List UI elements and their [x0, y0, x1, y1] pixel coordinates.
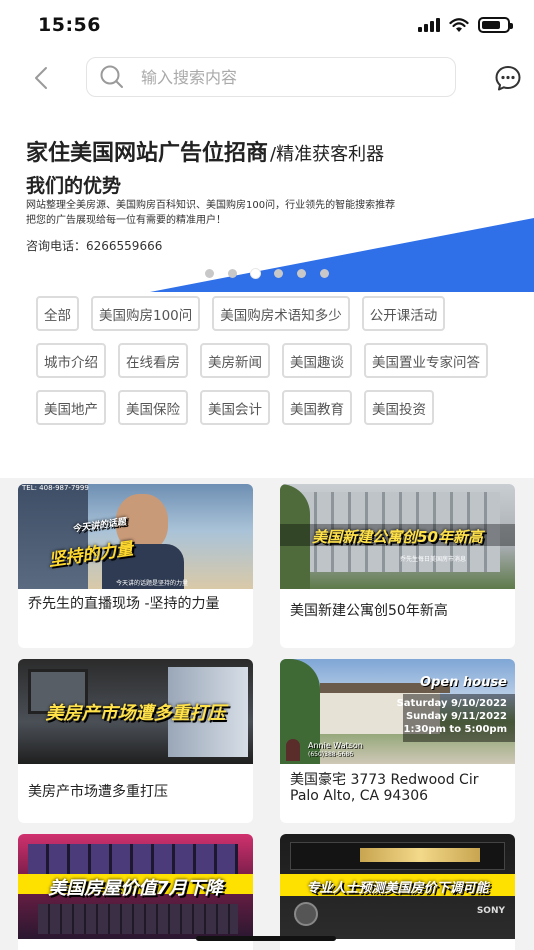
category-tag[interactable]: 美国购房术语知多少 — [212, 296, 350, 331]
article-card[interactable]: 专业人士预测美国房价下调可能 SONY — [280, 834, 515, 950]
battery-icon — [478, 17, 513, 33]
thumb-overlay-text: 美国新建公寓创50年新高 — [312, 528, 483, 546]
thumb-brand-text: SONY — [476, 906, 505, 916]
article-grid: TEL: 408-987-7999 今天讲的话题 坚持的力量 今天讲的话题是坚持… — [0, 478, 534, 950]
carousel-dot[interactable] — [251, 269, 260, 278]
article-card[interactable]: 美国房屋价值7月下降 — [18, 834, 253, 950]
category-tag[interactable]: 美国保险 — [118, 390, 188, 425]
status-icons — [418, 17, 513, 33]
home-indicator[interactable] — [196, 936, 336, 941]
status-bar: 15:56 — [0, 0, 534, 52]
banner-phone: 咨询电话：6266559666 — [26, 239, 163, 253]
thumb-agent-name: Annie Watson — [308, 741, 363, 750]
banner-title-main: 家住美国网站广告位招商 — [26, 141, 269, 166]
category-tag[interactable]: 公开课活动 — [361, 296, 446, 331]
category-tag[interactable]: 美国教育 — [282, 390, 352, 425]
carousel-dots — [0, 269, 534, 278]
thumb-header-text: TEL: 408-987-7999 — [22, 484, 89, 492]
chat-icon[interactable] — [494, 64, 522, 92]
banner-desc-line-2: 把您的广告展现给每一位有需要的精准用户！ — [26, 215, 226, 226]
article-title: 乔先生的直播现场 -坚持的力量 — [28, 596, 220, 612]
thumb-time: 1:30pm to 5:00pm — [403, 724, 507, 735]
category-tag[interactable]: 美国投资 — [364, 390, 434, 425]
category-tag[interactable]: 美国地产 — [36, 390, 106, 425]
category-tag[interactable]: 美房新闻 — [200, 343, 270, 378]
carousel-dot[interactable] — [320, 269, 329, 278]
article-thumbnail: 美国房屋价值7月下降 — [18, 834, 253, 939]
article-title: 美国豪宅 3773 Redwood Cir Palo Alto, CA 9430… — [290, 772, 479, 804]
article-thumbnail: Open house Saturday 9/10/2022 Sunday 9/1… — [280, 659, 515, 764]
search-bar[interactable] — [86, 57, 456, 97]
category-tag[interactable]: 美国购房100问 — [91, 296, 201, 331]
category-tags: 全部 美国购房100问 美国购房术语知多少 公开课活动城市介绍 在线看房 美房新闻 美国趣谈… — [36, 296, 516, 425]
article-title: 美国新建公寓创50年新高 — [290, 603, 448, 619]
thumb-agent-phone: (650)388-5686 — [308, 751, 354, 758]
category-tag[interactable]: 在线看房 — [118, 343, 188, 378]
search-icon — [100, 65, 123, 88]
carousel-dot[interactable] — [274, 269, 283, 278]
thumb-footer-text: 乔先生每日美国房市消息 — [400, 556, 467, 563]
wifi-icon — [449, 17, 469, 32]
category-tag[interactable]: 美国置业专家问答 — [364, 343, 488, 378]
carousel-dot[interactable] — [228, 269, 237, 278]
category-tag[interactable]: 城市介绍 — [36, 343, 106, 378]
thumb-overlay-text: 美国房屋价值7月下降 — [48, 878, 223, 899]
battery-level — [482, 21, 500, 29]
nav-bar — [0, 52, 534, 104]
article-thumbnail: TEL: 408-987-7999 今天讲的话题 坚持的力量 今天讲的话题是坚持… — [18, 484, 253, 589]
banner-heading: 我们的优势 — [26, 175, 122, 197]
thumb-date-1: Saturday 9/10/2022 — [396, 698, 507, 709]
banner-description: 网站整理全美房源、美国购房百科知识、美国购房100问，行业领先的智能搜索推荐 把… — [26, 198, 395, 228]
thumb-overlay-text: 专业人士预测美国房价下调可能 — [306, 881, 489, 896]
thumb-open-house: Open house — [420, 675, 507, 690]
search-input[interactable] — [141, 67, 401, 87]
carousel-dot[interactable] — [297, 269, 306, 278]
article-thumbnail: 专业人士预测美国房价下调可能 SONY — [280, 834, 515, 939]
article-card[interactable]: 美国新建公寓创50年新高 乔先生每日美国房市消息 美国新建公寓创50年新高 — [280, 484, 515, 648]
status-time: 15:56 — [38, 14, 101, 36]
category-tag[interactable]: 全部 — [36, 296, 79, 331]
ad-banner[interactable]: 家住美国网站广告位招商/精准获客利器 我们的优势 网站整理全美房源、美国购房百科… — [0, 112, 534, 292]
category-tag[interactable]: 美国趣谈 — [282, 343, 352, 378]
thumb-overlay-text: 美房产市场遭多重打压 — [45, 703, 226, 724]
carousel-dot[interactable] — [205, 269, 214, 278]
back-icon[interactable] — [26, 62, 58, 94]
thumb-date-2: Sunday 9/11/2022 — [405, 711, 507, 722]
banner-title-sub: /精准获客利器 — [270, 144, 385, 165]
article-title: 美房产市场遭多重打压 — [28, 784, 168, 800]
article-card[interactable]: 美房产市场遭多重打压 美房产市场遭多重打压 — [18, 659, 253, 823]
category-tag[interactable]: 美国会计 — [200, 390, 270, 425]
article-card[interactable]: Open house Saturday 9/10/2022 Sunday 9/1… — [280, 659, 515, 823]
article-thumbnail: 美房产市场遭多重打压 — [18, 659, 253, 764]
banner-title: 家住美国网站广告位招商/精准获客利器 — [26, 135, 384, 167]
signal-icon — [418, 18, 440, 32]
banner-desc-line-1: 网站整理全美房源、美国购房百科知识、美国购房100问，行业领先的智能搜索推荐 — [26, 200, 396, 211]
agent-avatar — [286, 739, 300, 761]
article-thumbnail: 美国新建公寓创50年新高 乔先生每日美国房市消息 — [280, 484, 515, 589]
thumb-footer-text: 今天讲的话题是坚持的力量 — [116, 580, 189, 587]
article-card[interactable]: TEL: 408-987-7999 今天讲的话题 坚持的力量 今天讲的话题是坚持… — [18, 484, 253, 648]
